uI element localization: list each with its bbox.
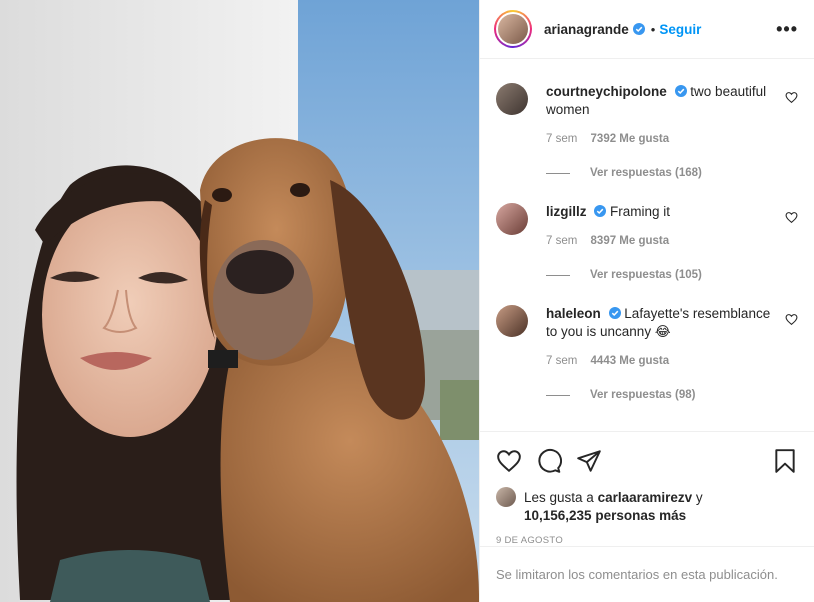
comment-likes[interactable]: 4443 Me gusta — [591, 355, 670, 367]
commenter-username[interactable]: lizgillz — [546, 204, 587, 219]
separator-dot: • — [650, 21, 656, 37]
liker-username[interactable]: carlaaramirezv — [598, 490, 693, 505]
follow-button[interactable]: Seguir — [659, 22, 701, 37]
replies-line — [546, 172, 570, 174]
replies-line — [546, 274, 570, 276]
like-comment-heart-icon[interactable] — [785, 313, 798, 326]
save-bookmark-icon[interactable] — [772, 448, 798, 474]
post-actions — [480, 431, 814, 489]
commenter-username[interactable]: haleleon — [546, 306, 601, 321]
replies-line — [546, 394, 570, 396]
likes-count[interactable]: 10,156,235 personas más — [524, 508, 686, 523]
post-image — [0, 0, 479, 602]
liker-avatar[interactable] — [496, 487, 516, 507]
like-comment-heart-icon[interactable] — [785, 211, 798, 224]
comment-text: Framing it — [610, 204, 671, 219]
commenter-avatar[interactable] — [496, 305, 528, 337]
verified-badge-icon — [608, 307, 621, 319]
post-date[interactable]: 9 DE AGOSTO — [480, 535, 814, 546]
post-panel: arianagrande • Seguir ••• courtneychipol… — [479, 0, 814, 602]
verified-badge-icon — [632, 23, 645, 35]
comment-bubble-icon[interactable] — [536, 448, 562, 474]
comment-item: lizgillz Framing it 7 sem 8397 Me gusta … — [496, 179, 798, 281]
author-username[interactable]: arianagrande — [544, 22, 629, 37]
view-replies-label[interactable]: Ver respuestas (105) — [590, 269, 702, 281]
view-replies[interactable]: Ver respuestas (168) — [546, 167, 798, 179]
view-replies[interactable]: Ver respuestas (105) — [546, 269, 798, 281]
comments-list[interactable]: courtneychipolone two beautiful women 7 … — [480, 59, 814, 431]
verified-badge-icon — [594, 205, 607, 217]
more-options-icon[interactable]: ••• — [776, 19, 798, 40]
likes-connector: y — [695, 490, 703, 505]
comment-meta: 7 sem 7392 Me gusta — [546, 133, 798, 145]
comment-likes[interactable]: 8397 Me gusta — [591, 235, 670, 247]
comments-limited-notice: Se limitaron los comentarios en esta pub… — [480, 546, 814, 602]
comment-age: 7 sem — [546, 235, 578, 247]
comment-age: 7 sem — [546, 133, 578, 145]
comment-age: 7 sem — [546, 355, 578, 367]
likes-summary: Les gusta a carlaaramirezv y 10,156,235 … — [480, 487, 814, 525]
story-ring[interactable] — [494, 10, 532, 48]
verified-badge-icon — [674, 85, 687, 97]
comment-likes[interactable]: 7392 Me gusta — [591, 133, 670, 145]
comment-item: courtneychipolone two beautiful women 7 … — [496, 59, 798, 179]
comment-body: courtneychipolone two beautiful women — [546, 83, 798, 119]
comment-item: haleleon Lafayette's resemblance to you … — [496, 281, 798, 401]
like-heart-icon[interactable] — [496, 448, 522, 474]
comment-body: lizgillz Framing it — [546, 203, 798, 221]
commenter-avatar[interactable] — [496, 83, 528, 115]
view-replies-label[interactable]: Ver respuestas (168) — [590, 167, 702, 179]
commenter-username[interactable]: courtneychipolone — [546, 84, 667, 99]
view-replies-label[interactable]: Ver respuestas (98) — [590, 389, 695, 401]
post-photo[interactable] — [0, 0, 479, 602]
share-paper-plane-icon[interactable] — [576, 448, 602, 474]
likes-prefix: Les gusta a — [524, 490, 594, 505]
comment-body: haleleon Lafayette's resemblance to you … — [546, 305, 798, 341]
comment-meta: 7 sem 8397 Me gusta — [546, 235, 798, 247]
like-comment-heart-icon[interactable] — [785, 91, 798, 104]
post-header: arianagrande • Seguir ••• — [480, 0, 814, 59]
likes-text: Les gusta a carlaaramirezv y 10,156,235 … — [524, 489, 703, 525]
comment-meta: 7 sem 4443 Me gusta — [546, 355, 798, 367]
commenter-avatar[interactable] — [496, 203, 528, 235]
author-avatar[interactable] — [498, 14, 528, 44]
view-replies[interactable]: Ver respuestas (98) — [546, 389, 798, 401]
